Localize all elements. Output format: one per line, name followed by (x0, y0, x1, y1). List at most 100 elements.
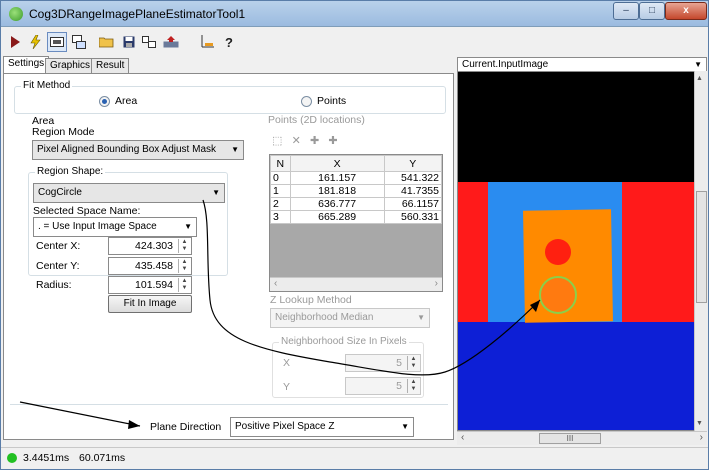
cell: 665.289 (289, 210, 385, 224)
points-grid[interactable]: N X Y 0 161.157 541.322 1 181.818 41.735… (269, 154, 443, 292)
points-toolbar: ⬚ ✕ ✚ ✚ (272, 134, 362, 150)
spinner-icon[interactable]: ▲ ▼ (178, 278, 190, 292)
run-icon[interactable] (5, 32, 25, 52)
fit-method-legend: Fit Method (21, 80, 73, 91)
fit-in-image-button[interactable]: Fit In Image (108, 295, 192, 313)
z-lookup-value: Neighborhood Median (275, 312, 374, 323)
maximize-button[interactable]: □ (639, 2, 665, 20)
neighborhood-group: Neighborhood Size In Pixels X 5 ▲ ▼ Y 5 ▲… (272, 336, 424, 398)
scroll-down-icon[interactable]: ▼ (696, 420, 703, 427)
cell: 41.7355 (383, 184, 442, 198)
floating-window-icon[interactable] (69, 32, 89, 52)
region-mode-dropdown[interactable]: Pixel Aligned Bounding Box Adjust Mask ▼ (32, 140, 244, 160)
scroll-left-icon[interactable]: ‹ (274, 278, 277, 289)
cell: 636.777 (289, 197, 385, 211)
show-results-icon[interactable] (197, 32, 217, 52)
plane-direction-label: Plane Direction (150, 421, 222, 433)
image-source-dropdown[interactable]: Current.InputImage ▼ (457, 57, 707, 72)
title-bar[interactable]: Cog3DRangeImagePlaneEstimatorTool1 – □ x (1, 1, 708, 27)
table-row[interactable]: 0 161.157 541.322 (270, 171, 442, 185)
load-image-icon[interactable] (161, 32, 181, 52)
tab-graphics[interactable]: Graphics (45, 58, 96, 74)
fit-area-label: Area (115, 95, 138, 107)
center-x-label: Center X: (36, 240, 81, 252)
toolbar: ? (1, 28, 708, 56)
scroll-up-icon[interactable]: ▲ (696, 75, 703, 82)
cell: 560.331 (383, 210, 442, 224)
image-source-value: Current.InputImage (462, 59, 549, 70)
region-shape-dropdown[interactable]: CogCircle ▼ (33, 183, 225, 203)
save-icon[interactable] (119, 32, 139, 52)
spinner-icon[interactable]: ▲ ▼ (178, 239, 190, 253)
plane-direction-value: Positive Pixel Space Z (235, 421, 335, 432)
fit-area-radio[interactable] (99, 96, 110, 107)
divider (10, 404, 448, 405)
image-display[interactable] (457, 71, 707, 431)
neighborhood-x-label: X (283, 357, 291, 369)
cell: 1 (270, 184, 291, 198)
neighborhood-y-input[interactable]: 5 ▲ ▼ (345, 377, 421, 395)
minimize-button[interactable]: – (613, 2, 639, 20)
scroll-right-icon[interactable]: › (435, 278, 438, 289)
open-folder-icon[interactable] (97, 32, 117, 52)
status-time-1: 3.4451ms (23, 452, 70, 464)
spinner-icon[interactable]: ▲ ▼ (407, 379, 419, 393)
cell: 66.1157 (383, 197, 442, 211)
cell: 3 (270, 210, 291, 224)
help-icon[interactable]: ? (219, 32, 239, 52)
cell: 2 (270, 197, 291, 211)
chevron-down-icon: ▼ (184, 222, 192, 231)
image-vertical-scrollbar[interactable]: ▲ ▼ (694, 71, 708, 431)
region-shape-legend: Region Shape: (35, 166, 106, 177)
center-x-input[interactable]: 424.303 ▲ ▼ (108, 237, 192, 255)
cell: 161.157 (289, 171, 385, 185)
app-icon (9, 7, 23, 21)
move-down-icon[interactable]: ✚ (328, 135, 337, 147)
z-lookup-dropdown[interactable]: Neighborhood Median ▼ (270, 308, 430, 328)
selected-space-dropdown[interactable]: . = Use Input Image Space ▼ (33, 217, 197, 237)
electric-mode-icon[interactable] (25, 32, 45, 52)
table-row[interactable]: 3 665.289 560.331 (270, 210, 442, 224)
vscroll-thumb[interactable] (696, 191, 707, 303)
radius-value: 101.594 (135, 279, 173, 291)
hscroll-thumb[interactable]: III (539, 433, 601, 444)
reset-icon[interactable] (139, 32, 159, 52)
radius-label: Radius: (36, 279, 72, 291)
grid-horizontal-scrollbar[interactable]: ‹ › (270, 277, 442, 291)
fit-method-group: Fit Method Area Points (14, 80, 446, 114)
tab-settings[interactable]: Settings (3, 56, 50, 74)
chevron-down-icon: ▼ (231, 145, 239, 154)
neighborhood-x-input[interactable]: 5 ▲ ▼ (345, 354, 421, 372)
center-y-input[interactable]: 435.458 ▲ ▼ (108, 257, 192, 275)
spinner-icon[interactable]: ▲ ▼ (178, 259, 190, 273)
status-time-2: 60.071ms (79, 452, 126, 464)
neighborhood-y-value: 5 (396, 380, 402, 392)
chevron-down-icon: ▼ (401, 422, 409, 431)
chevron-down-icon: ▼ (212, 188, 220, 197)
z-lookup-label: Z Lookup Method (270, 294, 352, 306)
spinner-icon[interactable]: ▲ ▼ (407, 356, 419, 370)
region-circle-overlay[interactable] (539, 276, 577, 314)
region-mode-label: Region Mode (32, 126, 95, 138)
plane-direction-dropdown[interactable]: Positive Pixel Space Z ▼ (230, 417, 414, 437)
col-y-header: Y (383, 155, 442, 172)
scroll-right-icon[interactable]: › (700, 432, 703, 443)
neighborhood-legend: Neighborhood Size In Pixels (279, 336, 409, 347)
fit-points-radio[interactable] (301, 96, 312, 107)
delete-point-icon[interactable]: ✕ (292, 135, 301, 147)
table-row[interactable]: 1 181.818 41.7355 (270, 184, 442, 198)
add-point-icon[interactable]: ⬚ (272, 135, 282, 147)
tab-result[interactable]: Result (91, 58, 130, 74)
center-y-value: 435.458 (135, 260, 173, 272)
region-shape-value: CogCircle (38, 187, 82, 198)
image-display-icon[interactable] (47, 32, 67, 52)
close-button[interactable]: x (665, 2, 707, 20)
region-mode-value: Pixel Aligned Bounding Box Adjust Mask (37, 144, 216, 155)
table-row[interactable]: 2 636.777 66.1157 (270, 197, 442, 211)
center-x-value: 424.303 (135, 240, 173, 252)
radius-input[interactable]: 101.594 ▲ ▼ (108, 276, 192, 294)
cell: 181.818 (289, 184, 385, 198)
move-up-icon[interactable]: ✚ (310, 135, 319, 147)
image-horizontal-scrollbar[interactable]: ‹ III › (457, 431, 707, 445)
scroll-left-icon[interactable]: ‹ (461, 432, 464, 443)
